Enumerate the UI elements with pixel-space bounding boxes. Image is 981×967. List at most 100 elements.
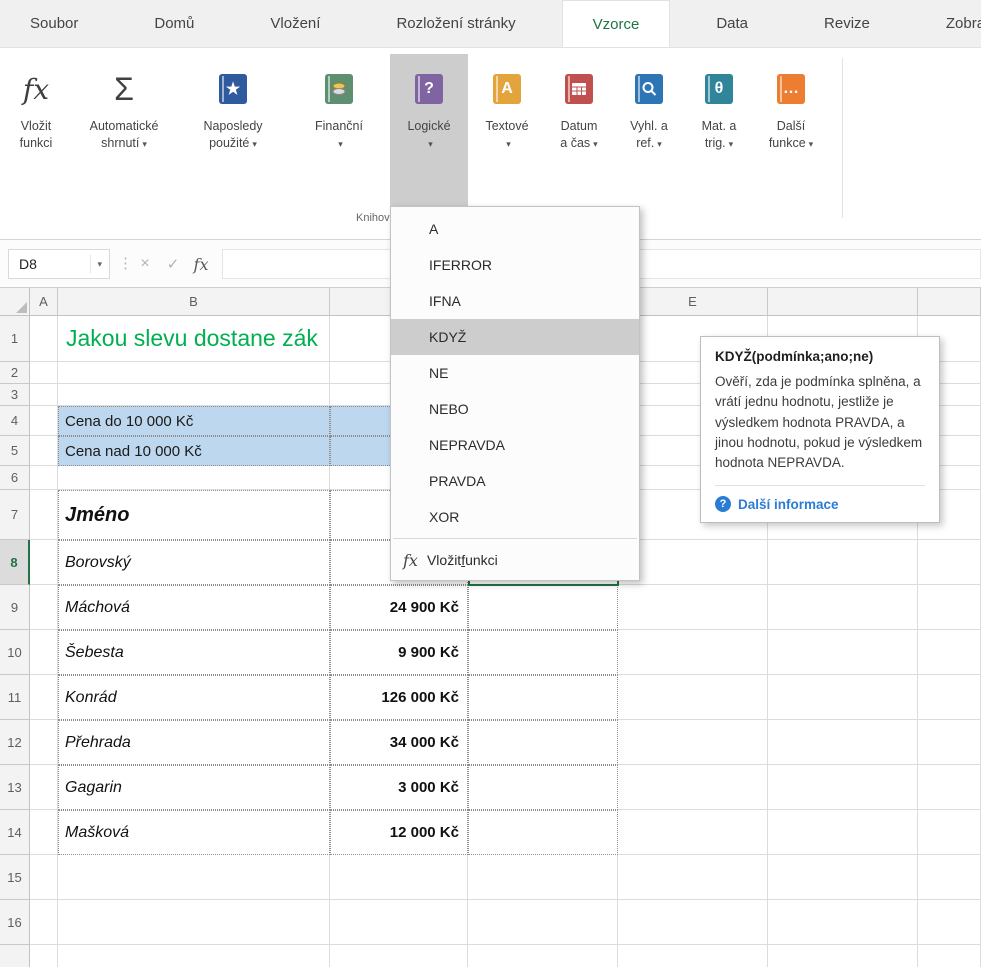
cell-c9-price[interactable]: 24 900 Kč bbox=[330, 585, 468, 630]
cell-b13-name[interactable]: Gagarin bbox=[58, 765, 330, 810]
cell-b9-name[interactable]: Máchová bbox=[58, 585, 330, 630]
column-header-f[interactable] bbox=[768, 288, 918, 316]
row-header-9[interactable]: 9 bbox=[0, 585, 30, 630]
formula-bar-splitter[interactable]: ⋮ bbox=[118, 254, 133, 272]
enter-check-icon[interactable]: ✓ bbox=[160, 249, 186, 279]
cell[interactable] bbox=[30, 585, 58, 630]
cell-d12[interactable] bbox=[468, 720, 618, 765]
cell[interactable] bbox=[618, 855, 768, 900]
date-time-functions-button[interactable]: Datum a čas▾ bbox=[546, 54, 612, 206]
cell[interactable] bbox=[30, 720, 58, 765]
name-box[interactable]: D8 ▾ bbox=[8, 249, 110, 279]
cell-c11-price[interactable]: 126 000 Kč bbox=[330, 675, 468, 720]
cell-a1[interactable] bbox=[30, 316, 58, 362]
lookup-reference-button[interactable]: Vyhl. a ref.▾ bbox=[616, 54, 682, 206]
row-header-6[interactable]: 6 bbox=[0, 466, 30, 490]
insert-function-button[interactable]: fx Vložit funkci bbox=[8, 54, 64, 206]
cell[interactable] bbox=[330, 945, 468, 967]
cell-b10-name[interactable]: Šebesta bbox=[58, 630, 330, 675]
cell-b8-name[interactable]: Borovský bbox=[58, 540, 330, 585]
cell[interactable] bbox=[30, 466, 58, 490]
column-header-a[interactable]: A bbox=[30, 288, 58, 316]
cell-d9[interactable] bbox=[468, 585, 618, 630]
cell[interactable] bbox=[768, 630, 918, 675]
cell[interactable] bbox=[618, 585, 768, 630]
cell[interactable] bbox=[618, 675, 768, 720]
cell[interactable] bbox=[768, 855, 918, 900]
cell[interactable] bbox=[618, 630, 768, 675]
cell[interactable] bbox=[918, 675, 981, 720]
cell-b5-cena-nad[interactable]: Cena nad 10 000 Kč bbox=[58, 436, 330, 466]
row-header-8-selected[interactable]: 8 bbox=[0, 540, 30, 585]
cell[interactable] bbox=[30, 810, 58, 855]
cell[interactable] bbox=[618, 945, 768, 967]
menu-item-kdyz-highlighted[interactable]: KDYŽ bbox=[391, 319, 639, 355]
cell[interactable] bbox=[30, 855, 58, 900]
cell[interactable] bbox=[618, 810, 768, 855]
row-header-5[interactable]: 5 bbox=[0, 436, 30, 466]
cell-b11-name[interactable]: Konrád bbox=[58, 675, 330, 720]
cell[interactable] bbox=[30, 630, 58, 675]
menu-item-a[interactable]: A bbox=[391, 211, 639, 247]
cell-c12-price[interactable]: 34 000 Kč bbox=[330, 720, 468, 765]
financial-functions-button[interactable]: Finanční ▾ bbox=[292, 54, 386, 206]
row-header-11[interactable]: 11 bbox=[0, 675, 30, 720]
cell[interactable] bbox=[30, 362, 58, 384]
cell[interactable] bbox=[768, 810, 918, 855]
cell[interactable] bbox=[330, 900, 468, 945]
cell[interactable] bbox=[30, 945, 58, 967]
cell[interactable] bbox=[918, 540, 981, 585]
menu-item-nepravda[interactable]: NEPRAVDA bbox=[391, 427, 639, 463]
menu-item-ifna[interactable]: IFNA bbox=[391, 283, 639, 319]
cell-b7-jmeno-header[interactable]: Jméno bbox=[58, 490, 330, 540]
more-info-link[interactable]: Další informace bbox=[738, 497, 839, 512]
select-all-corner[interactable] bbox=[0, 288, 30, 316]
row-header-4[interactable]: 4 bbox=[0, 406, 30, 436]
cell[interactable] bbox=[30, 765, 58, 810]
row-header-1[interactable]: 1 bbox=[0, 316, 30, 362]
cell[interactable] bbox=[768, 540, 918, 585]
math-trig-button[interactable]: θ Mat. a trig.▾ bbox=[686, 54, 752, 206]
column-header-b[interactable]: B bbox=[58, 288, 330, 316]
recently-used-button[interactable]: ★ Naposledy použité▾ bbox=[182, 54, 284, 206]
cell-b1-title[interactable]: Jakou slevu dostane zák bbox=[58, 316, 330, 362]
cell[interactable] bbox=[618, 540, 768, 585]
cell[interactable] bbox=[768, 945, 918, 967]
text-functions-button[interactable]: A Textové ▾ bbox=[472, 54, 542, 206]
menu-item-insert-function[interactable]: fx Vložit funkci bbox=[391, 542, 639, 578]
cell[interactable] bbox=[30, 384, 58, 406]
cell[interactable] bbox=[618, 765, 768, 810]
cell-d13[interactable] bbox=[468, 765, 618, 810]
cell[interactable] bbox=[468, 855, 618, 900]
cell[interactable] bbox=[468, 945, 618, 967]
tab-revize[interactable]: Revize bbox=[794, 0, 900, 47]
menu-item-xor[interactable]: XOR bbox=[391, 499, 639, 535]
cell[interactable] bbox=[918, 720, 981, 765]
cell[interactable] bbox=[768, 585, 918, 630]
menu-item-pravda[interactable]: PRAVDA bbox=[391, 463, 639, 499]
cell[interactable] bbox=[30, 540, 58, 585]
cell[interactable] bbox=[768, 720, 918, 765]
menu-item-nebo[interactable]: NEBO bbox=[391, 391, 639, 427]
row-header-7[interactable]: 7 bbox=[0, 490, 30, 540]
cell[interactable] bbox=[58, 362, 330, 384]
cell[interactable] bbox=[918, 585, 981, 630]
cell[interactable] bbox=[58, 466, 330, 490]
tab-data[interactable]: Data bbox=[686, 0, 778, 47]
cell[interactable] bbox=[30, 406, 58, 436]
cell[interactable] bbox=[918, 945, 981, 967]
more-functions-button[interactable]: … Další funkce▾ bbox=[756, 54, 826, 206]
cell[interactable] bbox=[58, 945, 330, 967]
row-header-3[interactable]: 3 bbox=[0, 384, 30, 406]
autosum-button[interactable]: Σ Automatické shrnutí▾ bbox=[70, 54, 178, 206]
menu-item-ne[interactable]: NE bbox=[391, 355, 639, 391]
cell-d14[interactable] bbox=[468, 810, 618, 855]
name-box-dropdown-icon[interactable]: ▾ bbox=[90, 255, 109, 273]
column-header-g[interactable] bbox=[918, 288, 981, 316]
tab-rozlozeni-stranky[interactable]: Rozložení stránky bbox=[366, 0, 545, 47]
cell[interactable] bbox=[918, 855, 981, 900]
cell-d10[interactable] bbox=[468, 630, 618, 675]
cell[interactable] bbox=[30, 675, 58, 720]
logical-functions-button[interactable]: ? Logické ▾ bbox=[390, 54, 468, 206]
cell[interactable] bbox=[768, 675, 918, 720]
